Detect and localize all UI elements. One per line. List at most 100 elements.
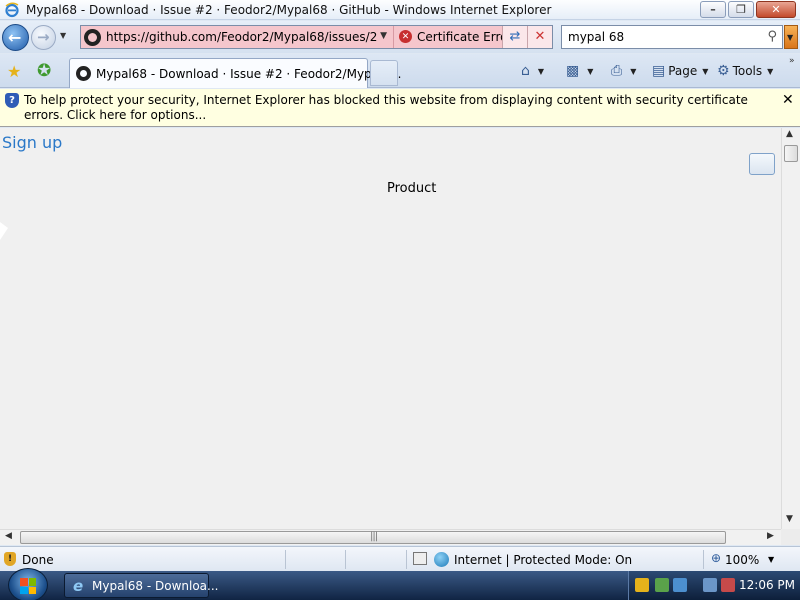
tab-bar: ★ ✪ Mypal68 - Download · Issue #2 · Feod…: [0, 54, 800, 88]
security-zone-text[interactable]: Internet | Protected Mode: On: [454, 553, 632, 567]
status-divider: [406, 550, 407, 569]
scroll-down-arrow-icon[interactable]: ▼: [786, 514, 793, 524]
forward-arrow-icon: →: [37, 28, 50, 46]
close-window-button[interactable]: ✕: [756, 1, 796, 18]
product-text: Product: [387, 181, 437, 196]
chevron-down-icon: ▼: [630, 66, 637, 76]
security-alert-tray-icon[interactable]: [635, 578, 649, 592]
back-arrow-icon: ←: [8, 28, 22, 47]
status-divider: [345, 550, 346, 569]
home-button[interactable]: ⌂ ▼: [521, 61, 544, 81]
gear-icon: ⚙: [717, 63, 730, 79]
zoom-dropdown-icon[interactable]: ▼: [768, 555, 774, 564]
scrollbar-corner: [781, 529, 800, 545]
tools-menu-label: Tools: [732, 64, 763, 78]
minimize-icon: –: [710, 3, 716, 16]
vertical-scroll-thumb[interactable]: [784, 145, 798, 162]
maximize-button[interactable]: ❐: [728, 1, 754, 18]
search-icon[interactable]: ⚲: [767, 29, 777, 44]
window-controls: – ❐ ✕: [698, 1, 796, 18]
tools-menu-button[interactable]: ⚙ Tools ▼: [717, 61, 773, 81]
shield-info-icon: ?: [5, 93, 19, 108]
zone-lock-icon: [413, 552, 427, 565]
vertical-scrollbar[interactable]: ▲ ▼: [781, 128, 800, 529]
info-bar-message[interactable]: To help protect your security, Internet …: [24, 93, 774, 123]
updates-tray-icon[interactable]: [655, 578, 669, 592]
certificate-error-button[interactable]: ✕ Certificate Error: [393, 26, 512, 48]
address-dropdown-icon[interactable]: ▼: [380, 31, 387, 41]
scroll-right-arrow-icon[interactable]: ▶: [767, 531, 774, 541]
back-button[interactable]: ←: [2, 24, 29, 51]
refresh-icon: ⇄: [509, 29, 521, 44]
home-icon: ⌂: [521, 63, 530, 79]
ie-logo-icon: [5, 2, 19, 18]
window-title-bar: Mypal68 - Download · Issue #2 · Feodor2/…: [0, 0, 800, 20]
rss-feed-icon: ▩: [566, 63, 580, 79]
zoom-level[interactable]: 100%: [725, 553, 759, 567]
sign-up-link[interactable]: Sign up: [2, 133, 62, 152]
add-favorites-icon[interactable]: ✪: [37, 61, 51, 81]
tab-label: Mypal68 - Download · Issue #2 · Feodor2/…: [96, 67, 402, 81]
url-field[interactable]: https://github.com/Feodor2/Mypal68/issue…: [81, 26, 393, 48]
internet-globe-icon: [434, 552, 449, 567]
page-menu-label: Page: [668, 64, 698, 78]
tab-active[interactable]: Mypal68 - Download · Issue #2 · Feodor2/…: [69, 58, 401, 88]
favorites-star-icon[interactable]: ★: [7, 62, 21, 81]
close-icon: ✕: [771, 3, 781, 16]
chevron-down-icon: ▼: [587, 66, 594, 76]
feeds-button[interactable]: ▩ ▼: [566, 61, 593, 81]
navigation-bar: ← → ▼ https://github.com/Feodor2/Mypal68…: [0, 21, 800, 53]
horizontal-scrollbar[interactable]: ◀ ||| ▶: [0, 529, 781, 545]
restore-icon: ❐: [736, 3, 746, 16]
mouse-cursor-icon: [0, 222, 8, 240]
status-bar: ! Done Internet | Protected Mode: On ⊕ 1…: [0, 546, 800, 571]
search-box[interactable]: mypal 68 ⚲: [561, 25, 783, 49]
print-button[interactable]: ⎙ ▼: [611, 61, 636, 81]
minimize-button[interactable]: –: [700, 1, 726, 18]
taskbar-clock[interactable]: 12:06 PM: [739, 578, 795, 592]
address-bar: https://github.com/Feodor2/Mypal68/issue…: [80, 25, 553, 49]
security-warning-icon[interactable]: !: [4, 552, 16, 566]
status-text: Done: [22, 553, 54, 567]
chevron-down-icon: ▼: [787, 33, 794, 42]
search-provider-dropdown[interactable]: ▼: [784, 25, 798, 49]
horizontal-scroll-thumb[interactable]: |||: [20, 531, 726, 544]
taskbar-window-label: Mypal68 - Downloa...: [92, 579, 219, 593]
stop-button[interactable]: ✕: [527, 26, 552, 48]
scroll-grip-icon: |||: [370, 531, 378, 542]
display-tray-icon[interactable]: [703, 578, 717, 592]
new-tab-button[interactable]: [370, 60, 398, 86]
zoom-icon[interactable]: ⊕: [711, 551, 721, 565]
volume-muted-tray-icon[interactable]: [721, 578, 735, 592]
refresh-button[interactable]: ⇄: [502, 26, 527, 48]
toolbar-overflow-icon[interactable]: »: [789, 56, 795, 66]
chevron-down-icon: ▼: [767, 66, 774, 76]
github-favicon-icon: [84, 29, 101, 46]
url-text: https://github.com/Feodor2/Mypal68/issue…: [106, 30, 378, 44]
scroll-up-arrow-icon[interactable]: ▲: [786, 129, 793, 139]
ie-taskbar-icon: e: [73, 577, 84, 595]
windows-logo-icon: [20, 578, 36, 594]
system-tray: 12:06 PM: [628, 571, 800, 600]
taskbar-ie-window[interactable]: e Mypal68 - Downloa...: [64, 573, 218, 598]
stop-icon: ✕: [534, 29, 546, 44]
window-title: Mypal68 - Download · Issue #2 · Feodor2/…: [26, 3, 552, 17]
scroll-left-arrow-icon[interactable]: ◀: [5, 531, 12, 541]
certificate-error-label: Certificate Error: [417, 30, 513, 44]
certificate-error-icon: ✕: [399, 30, 412, 43]
recent-pages-dropdown[interactable]: ▼: [60, 31, 66, 40]
status-divider: [285, 550, 286, 569]
forward-button[interactable]: →: [31, 25, 56, 50]
chevron-down-icon: ▼: [537, 66, 545, 76]
github-favicon-icon: [76, 66, 91, 81]
page-menu-button[interactable]: ▤ Page ▼: [652, 61, 708, 81]
page-menu-toggle-button[interactable]: [749, 153, 775, 175]
page-icon: ▤: [652, 63, 666, 79]
start-button[interactable]: [8, 568, 48, 600]
chevron-down-icon: ▼: [702, 66, 709, 76]
security-info-bar[interactable]: ? To help protect your security, Interne…: [0, 89, 800, 127]
search-input[interactable]: mypal 68: [568, 30, 624, 44]
printer-icon: ⎙: [611, 63, 623, 79]
network-tray-icon[interactable]: [673, 578, 687, 592]
close-info-bar-button[interactable]: ✕: [782, 92, 794, 108]
